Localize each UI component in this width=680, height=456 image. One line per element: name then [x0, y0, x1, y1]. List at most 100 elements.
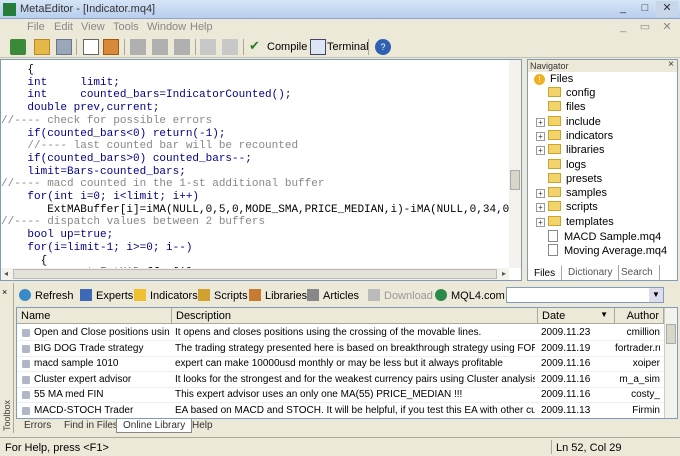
- editor-vertical-scrollbar[interactable]: [509, 60, 521, 268]
- expand-icon[interactable]: +: [536, 189, 545, 199]
- navigator-icon[interactable]: [103, 39, 119, 55]
- code-line: ExtMABuffer[i]=iMA(NULL,0,5,0,MODE_SMA,P…: [1, 203, 522, 216]
- libraries-icon: [249, 289, 261, 301]
- close-button[interactable]: ✕: [656, 1, 678, 17]
- search-input[interactable]: ▼: [506, 287, 664, 303]
- scripts-button[interactable]: Scripts: [198, 289, 248, 302]
- cut-icon[interactable]: [130, 39, 146, 55]
- table-row[interactable]: MACD-STOCH Trader EA based on MACD and ST…: [17, 403, 664, 418]
- code-line: //---- check for possible errors: [1, 114, 213, 127]
- expand-icon[interactable]: +: [536, 146, 545, 156]
- expand-icon[interactable]: +: [536, 203, 545, 213]
- expert-icon: [22, 375, 30, 384]
- scripts-icon: [198, 289, 210, 301]
- table-scrollbar[interactable]: [664, 308, 677, 418]
- libraries-button[interactable]: Libraries: [249, 289, 307, 302]
- navigator-folder[interactable]: include: [548, 115, 601, 130]
- table-row[interactable]: Cluster expert advisor It looks for the s…: [17, 372, 664, 388]
- navigator-folder[interactable]: config: [548, 87, 595, 101]
- navigator-folder[interactable]: scripts: [548, 201, 598, 215]
- editor-horizontal-scrollbar[interactable]: ◂ ▸: [1, 268, 509, 280]
- column-description[interactable]: Description: [172, 308, 538, 324]
- indicators-button[interactable]: Indicators: [134, 289, 198, 302]
- nav-tab-dictionary[interactable]: Dictionary: [562, 265, 620, 280]
- open-folder-icon[interactable]: [34, 39, 50, 55]
- nav-tab-search[interactable]: Search: [615, 265, 660, 280]
- experts-label: Experts: [96, 290, 134, 302]
- new-file-icon[interactable]: [10, 39, 26, 55]
- indicators-label: Indicators: [150, 290, 198, 302]
- column-date[interactable]: Date ▼: [538, 308, 615, 324]
- row-desc: This expert advisor uses an only one MA(…: [175, 389, 463, 400]
- navigator-file[interactable]: Moving Average.mq4: [548, 244, 667, 258]
- table-row[interactable]: Open and Close positions usin... It opens…: [17, 325, 664, 341]
- undo-icon[interactable]: [200, 39, 216, 55]
- minimize-button[interactable]: _: [612, 1, 634, 17]
- doc-minimize-button[interactable]: _: [612, 20, 634, 36]
- expand-icon[interactable]: +: [536, 217, 545, 227]
- toolbox-toolbar: Refresh Experts Indicators Scripts Libra…: [16, 285, 678, 307]
- mql4-icon: [435, 289, 447, 301]
- navigator-root[interactable]: ! Files: [534, 73, 573, 87]
- online-library-table: Name Description Date ▼ Author Open and C…: [16, 307, 678, 419]
- code-line: if(counted_bars>0) counted_bars--;: [1, 152, 252, 165]
- download-button[interactable]: Download: [368, 289, 433, 302]
- articles-button[interactable]: Articles: [307, 289, 359, 302]
- navigator-close-icon[interactable]: ×: [668, 59, 674, 70]
- mql4-button[interactable]: MQL4.com: [435, 289, 505, 302]
- save-icon[interactable]: [56, 39, 72, 55]
- experts-button[interactable]: Experts: [80, 289, 133, 302]
- navigator-folder[interactable]: templates: [548, 215, 614, 230]
- menu-window[interactable]: Window: [147, 21, 186, 33]
- row-name: BIG DOG Trade strategy: [34, 342, 144, 354]
- navigator-folder[interactable]: indicators: [548, 129, 613, 144]
- column-name[interactable]: Name: [17, 308, 172, 324]
- toolbox-tabs: Errors Find in Files Online Library Help: [16, 419, 678, 434]
- paste-icon[interactable]: [174, 39, 190, 55]
- row-name: Cluster expert advisor: [34, 373, 132, 385]
- menu-edit[interactable]: Edit: [54, 21, 73, 33]
- terminal-button[interactable]: Terminal: [327, 41, 369, 53]
- code-line: {: [1, 64, 35, 76]
- menu-help[interactable]: Help: [190, 21, 213, 33]
- chevron-down-icon[interactable]: ▼: [649, 288, 663, 302]
- nav-tab-files[interactable]: Files: [528, 265, 563, 280]
- table-row[interactable]: macd sample 1010 expert can make 10000usd…: [17, 356, 664, 372]
- compile-icon[interactable]: ✔: [249, 39, 265, 55]
- help-icon[interactable]: ?: [375, 39, 391, 55]
- expand-icon[interactable]: +: [536, 131, 545, 141]
- window-title: MetaEditor - [Indicator.mq4]: [20, 3, 156, 15]
- navigator-folder[interactable]: logs: [548, 158, 586, 173]
- copy-icon[interactable]: [152, 39, 168, 55]
- expert-icon: [22, 344, 30, 353]
- doc-close-button[interactable]: ✕: [656, 20, 678, 36]
- tab-online-library[interactable]: Online Library: [116, 419, 193, 433]
- menu-file[interactable]: File: [27, 21, 45, 33]
- refresh-button[interactable]: Refresh: [19, 289, 74, 302]
- folder-icon: [548, 172, 561, 183]
- menu-view[interactable]: View: [81, 21, 105, 33]
- view-icon[interactable]: [83, 39, 99, 55]
- tab-help[interactable]: Help: [186, 419, 219, 433]
- row-date: 2009.11.19: [541, 342, 591, 354]
- compile-button[interactable]: Compile: [267, 41, 307, 53]
- tab-find-in-files[interactable]: Find in Files: [58, 419, 124, 433]
- column-author[interactable]: Author: [615, 308, 664, 324]
- table-row[interactable]: BIG DOG Trade strategy The trading strate…: [17, 341, 664, 357]
- navigator-folder[interactable]: files: [548, 101, 586, 115]
- terminal-icon[interactable]: [310, 39, 326, 55]
- menu-tools[interactable]: Tools: [113, 21, 139, 33]
- code-editor[interactable]: { int limit; int counted_bars=IndicatorC…: [0, 59, 522, 281]
- tab-errors[interactable]: Errors: [18, 419, 57, 433]
- maximize-button[interactable]: □: [634, 1, 656, 17]
- navigator-folder[interactable]: libraries: [548, 144, 605, 158]
- navigator-folder[interactable]: samples: [548, 187, 607, 201]
- redo-icon[interactable]: [222, 39, 238, 55]
- doc-restore-button[interactable]: ▭: [634, 20, 656, 36]
- toolbox-close-icon[interactable]: ×: [2, 287, 7, 297]
- navigator-folder-label: presets: [566, 172, 603, 185]
- expand-icon[interactable]: +: [536, 117, 545, 127]
- table-row[interactable]: 55 MA med FIN This expert advisor uses an…: [17, 387, 664, 403]
- navigator-folder[interactable]: presets: [548, 172, 603, 187]
- navigator-file[interactable]: MACD Sample.mq4: [548, 230, 661, 244]
